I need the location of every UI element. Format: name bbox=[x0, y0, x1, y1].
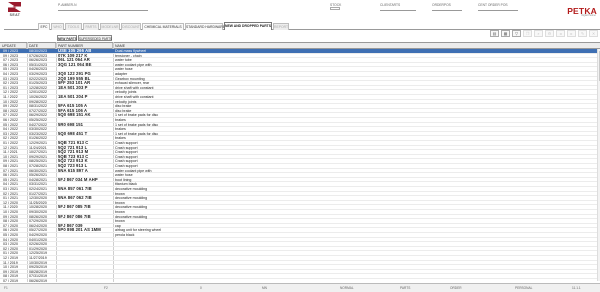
status-item: PARTS bbox=[400, 286, 411, 290]
header-field-input[interactable] bbox=[432, 10, 462, 11]
status-item: F2 bbox=[104, 286, 108, 290]
tab-who[interactable]: WHO bbox=[51, 23, 64, 30]
copy-icon[interactable]: ❐ bbox=[523, 30, 532, 37]
header-field-input[interactable] bbox=[380, 10, 416, 11]
subtab-superseded-parts[interactable]: SUPERSEDED PARTS bbox=[78, 35, 112, 41]
header-field-input[interactable] bbox=[478, 10, 518, 11]
brand-name: SEAT bbox=[9, 13, 21, 17]
tab-epc[interactable]: EPC bbox=[38, 23, 50, 30]
status-item: MN bbox=[262, 286, 267, 290]
module-tabs: EPC WHO TOOLS PARTS MODELNR DISCOUNT CHE… bbox=[4, 22, 600, 30]
seat-logo-icon bbox=[8, 2, 21, 12]
edit-icon[interactable]: ✎ bbox=[578, 30, 587, 37]
table-header: UPDATE DATE PART NUMBER NAME bbox=[0, 42, 600, 50]
print-icon[interactable]: ▤ bbox=[490, 30, 499, 37]
petka-subtitle: Digital Partner bbox=[581, 15, 596, 17]
brand-logo: SEAT bbox=[4, 2, 26, 19]
status-bar: F1 F2 0 MN NORMAL PARTS ORDER PERSONAL 1… bbox=[0, 283, 600, 292]
tab-new-and-dropped-parts[interactable]: NEW AND DROPPED PARTS bbox=[224, 22, 272, 30]
status-item: 0 bbox=[200, 286, 202, 290]
subtab-new-parts[interactable]: NEW PARTS bbox=[57, 35, 77, 41]
header-field-input[interactable] bbox=[58, 10, 148, 11]
forward-icon[interactable]: ▸ bbox=[567, 30, 576, 37]
header-field-label: ORDERPOS bbox=[432, 3, 451, 7]
header-field-label: P-AMBER-N bbox=[58, 3, 77, 7]
stock-checkbox[interactable] bbox=[330, 7, 340, 10]
settings-icon[interactable]: ⚙ bbox=[545, 30, 554, 37]
app-header: SEAT P-AMBER-N STOCK CLIENTARTS ORDERPOS… bbox=[0, 0, 600, 20]
tab-discount[interactable]: DISCOUNT bbox=[121, 23, 141, 30]
tab-chemical-materials[interactable]: CHEMICAL MATERIALS bbox=[142, 23, 184, 30]
tab-parts[interactable]: PARTS bbox=[83, 23, 99, 30]
filter-icon[interactable]: ▽ bbox=[512, 30, 521, 37]
tab-modelnr[interactable]: MODELNR bbox=[100, 23, 120, 30]
status-item: F1 bbox=[4, 286, 8, 290]
status-item: 11.1.1 bbox=[572, 286, 581, 290]
header-field-label: CENT ORDER POS bbox=[478, 3, 508, 7]
status-item: NORMAL bbox=[340, 286, 354, 290]
tab-standard-hardware[interactable]: STANDARD HARDWARE bbox=[185, 23, 225, 30]
export-icon[interactable]: ▦ bbox=[501, 30, 510, 37]
tab-report[interactable]: REPORT bbox=[273, 23, 289, 30]
status-item: ORDER bbox=[450, 286, 462, 290]
status-item: PERSONAL bbox=[515, 286, 533, 290]
tab-tools[interactable]: TOOLS bbox=[65, 23, 82, 30]
search-icon[interactable]: ⌕ bbox=[534, 30, 543, 37]
header-field-label: CLIENTARTS bbox=[380, 3, 401, 7]
delete-icon[interactable]: ✕ bbox=[589, 30, 598, 37]
back-icon[interactable]: ◂ bbox=[556, 30, 565, 37]
parts-table: UPDATE DATE PART NUMBER NAME 09 / 2023 08… bbox=[0, 42, 600, 284]
